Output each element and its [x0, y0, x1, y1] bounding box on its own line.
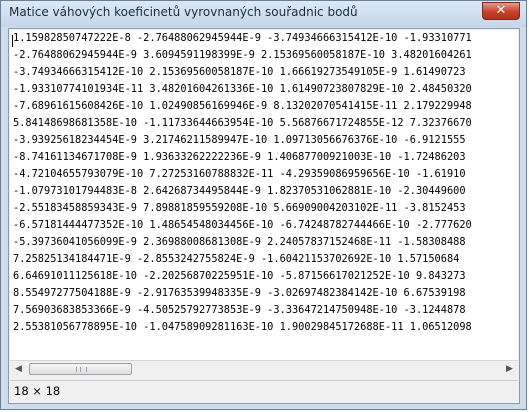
window-title: Matice váhových koeficinetů vyrovnaných …	[9, 5, 358, 19]
matrix-row: -1.93310774101934E-11 3.48201604261336E-…	[13, 83, 472, 95]
matrix-row: -7.68961615608426E-10 1.02490856169946E-…	[13, 100, 472, 112]
arrow-left-icon: ◀	[15, 364, 22, 374]
close-icon: ✕	[495, 3, 507, 18]
matrix-row: 1.15982850747222E-8 -2.76488062945944E-9…	[13, 32, 472, 44]
matrix-dimensions-label: 18 × 18	[14, 384, 61, 398]
matrix-row: 7.25825134184471E-9 -2.8553242755824E-9 …	[13, 253, 460, 265]
matrix-row: 8.55497277504188E-9 -2.91763539948335E-9…	[13, 287, 466, 299]
matrix-row: 6.64691011125618E-10 -2.20256870225951E-…	[13, 270, 466, 282]
title-bar[interactable]: Matice váhových koeficinetů vyrovnaných …	[1, 1, 526, 27]
matrix-row: -4.72104655793079E-10 7.27253160788832E-…	[13, 168, 466, 180]
matrix-row: -3.93925618234454E-9 3.21746211589947E-1…	[13, 134, 466, 146]
matrix-row: -6.57181444477352E-10 1.48654548034456E-…	[13, 219, 472, 231]
matrix-row: -5.39736041056099E-9 2.36988008681308E-9…	[13, 236, 466, 248]
window-content: 1.15982850747222E-8 -2.76488062945944E-9…	[8, 28, 520, 404]
matrix-row: -1.07973101794483E-8 2.64268734495844E-9…	[13, 185, 466, 197]
matrix-text-area[interactable]: 1.15982850747222E-8 -2.76488062945944E-9…	[10, 30, 518, 361]
matrix-row: -3.74934666315412E-10 2.15369560058187E-…	[13, 66, 466, 78]
matrix-row: 2.55381056778895E-10 -1.04758909281163E-…	[13, 321, 472, 333]
horizontal-scrollbar[interactable]: ◀ ▶	[10, 360, 518, 377]
matrix-window: Matice váhových koeficinetů vyrovnaných …	[0, 0, 527, 410]
close-button[interactable]: ✕	[482, 2, 520, 20]
matrix-row: 5.84148698681358E-10 -1.11733644663954E-…	[13, 117, 472, 129]
matrix-row: -2.76488062945944E-9 3.6094591198399E-9 …	[13, 49, 472, 61]
grip-icon	[76, 367, 87, 372]
matrix-row: -8.74161134671708E-9 1.93633262222236E-9…	[13, 151, 466, 163]
scroll-left-button[interactable]: ◀	[10, 361, 27, 377]
matrix-row: -2.55183458859343E-9 7.89881859559208E-1…	[13, 202, 466, 214]
scroll-right-button[interactable]: ▶	[501, 361, 518, 377]
arrow-right-icon: ▶	[506, 364, 513, 374]
matrix-row: 7.56903683853366E-9 -4.50525792773853E-9…	[13, 304, 466, 316]
status-bar: 18 × 18	[10, 380, 518, 402]
scrollbar-thumb[interactable]	[29, 363, 132, 375]
